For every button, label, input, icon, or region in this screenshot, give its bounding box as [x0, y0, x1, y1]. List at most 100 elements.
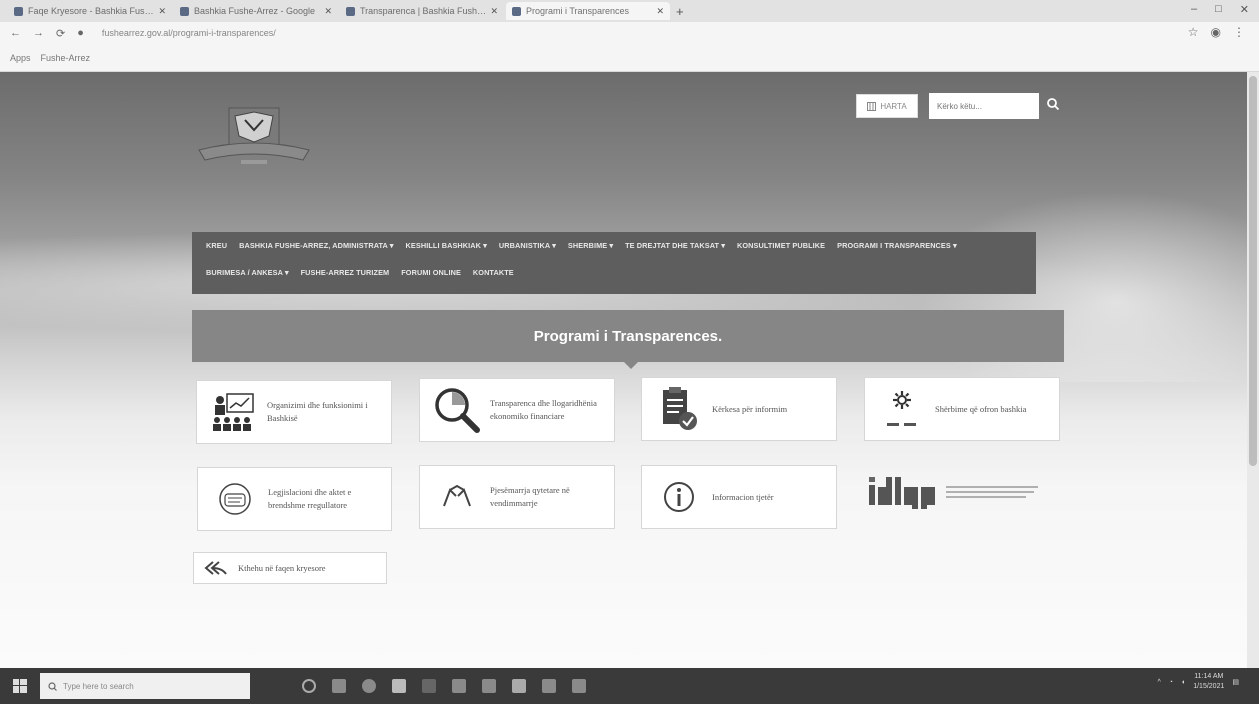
card-legjislacioni[interactable]: Legjislacioni dhe aktet e brendshme rreg…: [197, 467, 392, 531]
tab-title: Faqe Kryesore - Bashkia Fushe-Kruje: [28, 6, 155, 16]
menu-item-kontakte[interactable]: KONTAKTE: [473, 268, 514, 277]
card-label: Pjesëmarrja qytetare në vendimmarrje: [490, 485, 570, 508]
scrollbar-thumb[interactable]: [1249, 76, 1257, 466]
menu-item-programi-transparences[interactable]: PROGRAMI I TRANSPARENCES ▾: [837, 241, 957, 250]
back-arrow-icon[interactable]: ←: [10, 27, 21, 39]
card-sherbime[interactable]: Shërbime që ofron bashkia: [864, 377, 1060, 441]
chrome-icon[interactable]: [362, 679, 376, 693]
tab-favicon-icon: [512, 6, 521, 16]
bookmarks-bar: Apps Fushe-Arrez: [0, 44, 1259, 72]
app-icon[interactable]: [572, 679, 586, 693]
start-button[interactable]: [0, 668, 40, 704]
tray-chevron-icon[interactable]: ^: [1157, 679, 1160, 686]
card-pjesemarrja[interactable]: Pjesëmarrja qytetare në vendimmarrje: [419, 465, 615, 529]
menu-item-forumi-online[interactable]: FORUMI ONLINE: [401, 268, 461, 277]
maximize-button[interactable]: □: [1215, 3, 1222, 16]
bookmark-apps[interactable]: Apps: [10, 53, 31, 63]
tab-favicon-icon: [346, 6, 355, 16]
word-icon[interactable]: [512, 679, 526, 693]
cortana-icon[interactable]: [302, 679, 316, 693]
menu-item-turizem[interactable]: FUSHE-ARREZ TURIZEM: [301, 268, 390, 277]
store-icon[interactable]: [392, 679, 406, 693]
card-label: Transparenca dhe llogaridhënia ekonomiko…: [490, 398, 597, 421]
page-title-banner: Programi i Transparences.: [192, 310, 1064, 362]
back-to-home-button[interactable]: Kthehu në faqen kryesore: [193, 552, 387, 584]
reload-icon[interactable]: ⟳: [56, 27, 65, 40]
card-label: Kërkesa për informim: [712, 403, 788, 414]
excel-icon[interactable]: [542, 679, 556, 693]
url-input[interactable]: fushearrez.gov.al/programi-i-transparenc…: [102, 28, 276, 38]
browser-tab-3[interactable]: Transparenca | Bashkia Fushe-Arrez ✕: [340, 2, 504, 20]
gear-icon: [875, 391, 929, 427]
page-title: Programi i Transparences.: [533, 327, 723, 345]
new-tab-button[interactable]: +: [676, 4, 684, 19]
tab-close-icon[interactable]: ✕: [158, 6, 166, 17]
menu-item-keshilli-bashkiak[interactable]: KESHILLI BASHKIAK ▾: [406, 241, 487, 250]
address-bar-actions: ☆ ◉ ⋮: [1188, 25, 1245, 39]
tab-favicon-icon: [14, 6, 23, 16]
municipality-logo[interactable]: [195, 106, 313, 168]
card-organizimi[interactable]: Organizimi dhe funksionimi i Bashkisë: [196, 380, 392, 444]
handshake-icon: [430, 482, 484, 512]
browser-tab-4[interactable]: Programi i Transparences ✕: [506, 2, 670, 20]
profile-icon[interactable]: ◉: [1211, 25, 1221, 39]
card-label: Shërbime që ofron bashkia: [935, 403, 1027, 414]
bookmark-star-icon[interactable]: ☆: [1188, 25, 1199, 39]
file-explorer-icon[interactable]: [422, 679, 436, 693]
page-scrollbar[interactable]: [1247, 72, 1259, 668]
tab-favicon-icon: [180, 6, 189, 16]
browser-tab-2[interactable]: Bashkia Fushe-Arrez - Google ✕: [174, 2, 338, 20]
map-icon: [867, 101, 877, 111]
card-label: Legjislacioni dhe aktet e brendshme rreg…: [268, 487, 352, 510]
menu-item-sherbime[interactable]: SHERBIME ▾: [568, 241, 613, 250]
taskbar-search-box[interactable]: Type here to search: [40, 673, 250, 699]
browser-menu-icon[interactable]: ⋮: [1233, 25, 1245, 39]
notifications-icon[interactable]: ▤: [1232, 678, 1239, 686]
tab-title: Programi i Transparences: [526, 6, 630, 16]
map-button[interactable]: HARTA: [856, 94, 918, 118]
app-icon[interactable]: [482, 679, 496, 693]
card-informacion-tjeter[interactable]: Informacion tjetër: [641, 465, 837, 529]
card-kerkesa-informim[interactable]: Kërkesa për informim: [641, 377, 837, 441]
forward-arrow-icon[interactable]: →: [33, 27, 44, 39]
idp-logo-text: [946, 486, 1038, 498]
lock-icon[interactable]: ●: [77, 27, 84, 39]
network-icon[interactable]: ◔: [1169, 679, 1173, 686]
info-icon: [652, 480, 706, 514]
clock-time: 11:14 AM: [1194, 673, 1224, 680]
card-label: Informacion tjetër: [712, 491, 774, 502]
browser-tab-1[interactable]: Faqe Kryesore - Bashkia Fushe-Kruje✕: [8, 2, 172, 20]
task-view-icon[interactable]: [332, 679, 346, 693]
menu-item-ankesa[interactable]: BURIMESA / ANKESA ▾: [206, 268, 289, 277]
menu-item-taksat[interactable]: TE DREJTAT DHE TAKSAT ▾: [625, 241, 725, 250]
site-search-input[interactable]: [929, 93, 1039, 119]
organization-icon: [207, 392, 261, 432]
bookmark-fushe-arrez[interactable]: Fushe-Arrez: [41, 53, 91, 63]
idp-partner-logo[interactable]: [868, 470, 1038, 514]
taskbar-clock[interactable]: 11:14 AM 1/15/2021: [1193, 672, 1224, 692]
tab-close-icon[interactable]: ✕: [490, 6, 498, 17]
banner-pointer: [624, 362, 638, 369]
magnifier-icon: [430, 387, 484, 433]
page-viewport: HARTA KREU BASHKIA FUSHE-ARREZ, ADMINIST…: [0, 72, 1259, 668]
taskbar-search-icon: [48, 681, 57, 691]
volume-icon[interactable]: ◖: [1181, 679, 1185, 686]
search-icon[interactable]: [1046, 97, 1060, 111]
menu-item-konsultimet-publike[interactable]: KONSULTIMET PUBLIKE: [737, 241, 825, 250]
clipboard-check-icon: [652, 386, 706, 432]
address-bar: ← → ⟳ ● fushearrez.gov.al/programi-i-tra…: [0, 22, 1259, 44]
card-transparenca-financiare[interactable]: Transparenca dhe llogaridhënia ekonomiko…: [419, 378, 615, 442]
mail-icon[interactable]: [452, 679, 466, 693]
tab-title: Bashkia Fushe-Arrez - Google: [194, 6, 316, 16]
minimize-button[interactable]: –: [1191, 3, 1197, 16]
menu-item-urbanistika[interactable]: URBANISTIKA ▾: [499, 241, 556, 250]
menu-item-administrata[interactable]: BASHKIA FUSHE-ARREZ, ADMINISTRATA ▾: [239, 241, 393, 250]
menu-item-kreu[interactable]: KREU: [206, 241, 227, 250]
tab-title: Transparenca | Bashkia Fushe-Arrez: [360, 6, 486, 16]
tab-close-icon[interactable]: ✕: [656, 6, 664, 17]
map-label: HARTA: [880, 101, 907, 111]
tab-close-icon[interactable]: ✕: [324, 6, 332, 17]
taskbar-apps: [302, 679, 586, 693]
close-window-button[interactable]: ✕: [1240, 3, 1249, 16]
windows-taskbar: Type here to search ^ ◔ ◖ 11:14 AM 1/15/…: [0, 668, 1259, 704]
